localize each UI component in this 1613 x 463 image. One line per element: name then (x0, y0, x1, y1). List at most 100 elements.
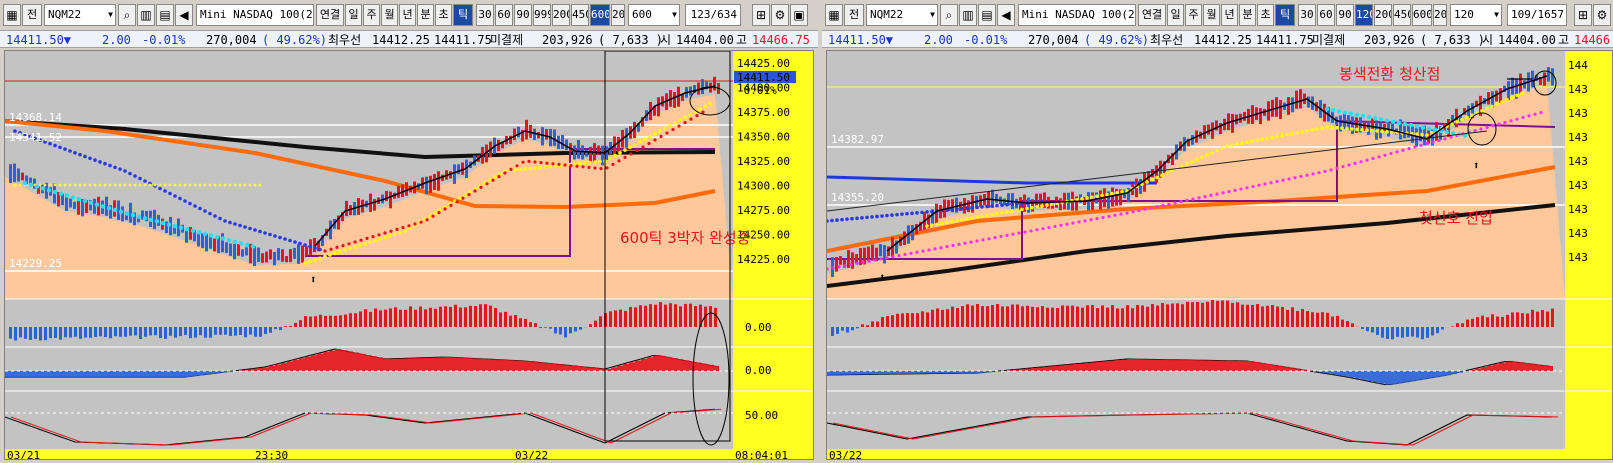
zoom-icon[interactable]: ⊞ (752, 4, 770, 26)
chart-canvas[interactable]: 144 143 143 143 143 143 143 143 143 14382.97 14355… (827, 51, 1613, 460)
parabolic-blue (910, 211, 914, 216)
btn-month[interactable]: 월 (1203, 4, 1220, 26)
zoom-icon[interactable]: ⊞ (1574, 4, 1592, 26)
parabolic-magenta (1287, 177, 1291, 181)
btn-minute[interactable]: 분 (1239, 4, 1256, 26)
interval-select[interactable]: 600 (628, 4, 680, 26)
oscillator-fill (131, 371, 137, 377)
tick-30[interactable]: 30 (476, 4, 494, 26)
tick-600[interactable]: 600 (1412, 4, 1432, 26)
candle (277, 248, 280, 261)
chart-options-icon[interactable]: ▥ (137, 4, 155, 26)
parabolic-blue (123, 169, 127, 173)
btn-day[interactable]: 일 (1167, 4, 1184, 26)
parabolic-red (671, 127, 675, 132)
yellow-guide (203, 183, 207, 187)
oscillator-fill (53, 371, 59, 377)
oscillator-fill (83, 371, 89, 377)
tick-999[interactable]: 999 (533, 4, 551, 26)
grid-icon[interactable]: ▤ (156, 4, 174, 26)
btn-connect[interactable]: 연결 (316, 4, 344, 26)
symbol-select[interactable]: NQM22 (44, 4, 116, 26)
yellow-guide (108, 183, 112, 187)
btn-connect[interactable]: 연결 (1138, 4, 1166, 26)
instrument-name: Mini NASDAQ 100(22.0 (1018, 4, 1136, 26)
tick-60[interactable]: 60 (495, 4, 513, 26)
oscillator-fill (1355, 371, 1361, 379)
tick-200b[interactable]: 200 (611, 4, 625, 26)
histogram-bar (1036, 307, 1039, 327)
settings-icon[interactable]: ⚙ (1593, 4, 1611, 26)
cyan-markers (238, 241, 244, 246)
parabolic-yellow (658, 129, 662, 133)
grid-icon[interactable]: ▤ (978, 4, 996, 26)
btn-second[interactable]: 초 (1257, 4, 1274, 26)
window-menu-icon[interactable]: ▦ (3, 4, 21, 26)
candle (963, 198, 966, 214)
search-icon[interactable]: ⌕ (940, 4, 958, 26)
btn-month[interactable]: 월 (381, 4, 398, 26)
parabolic-red (329, 247, 333, 251)
parabolic-red (485, 182, 489, 186)
search-icon[interactable]: ⌕ (118, 4, 136, 26)
histogram-bar (966, 304, 969, 327)
yellow-guide (198, 183, 202, 187)
tick-450[interactable]: 450 (1393, 4, 1411, 26)
parabolic-magenta (1371, 156, 1375, 161)
tick-120[interactable]: 120 (1355, 4, 1373, 26)
parabolic-red (689, 117, 693, 121)
chart-canvas[interactable]: 14425.0014400.0014375.0014350.0014325.00… (5, 51, 814, 460)
btn-year[interactable]: 년 (1221, 4, 1238, 26)
sound-icon[interactable]: ◀ (175, 4, 193, 26)
parabolic-magenta (909, 251, 913, 255)
parabolic-magenta (1353, 161, 1357, 165)
parabolic-yellow (343, 248, 347, 252)
price-chart[interactable]: 14425.00 14400.00 14375.00 14350.00 14325.00… (4, 50, 814, 460)
oscillator-fill (1361, 371, 1367, 380)
tick-200[interactable]: 200 (1374, 4, 1392, 26)
tick-450[interactable]: 450 (571, 4, 589, 26)
market-label[interactable]: 전 (844, 4, 864, 26)
btn-tick[interactable]: 틱 (1275, 4, 1295, 26)
oscillator-fill (515, 360, 521, 371)
btn-minute[interactable]: 분 (417, 4, 434, 26)
histogram-bar (1316, 312, 1319, 327)
btn-year[interactable]: 년 (399, 4, 416, 26)
histogram-bar (64, 327, 67, 338)
parabolic-magenta (1245, 186, 1249, 190)
tick-30[interactable]: 30 (1298, 4, 1316, 26)
parabolic-yellow (388, 234, 392, 238)
histogram-bar (1181, 304, 1184, 327)
btn-tick[interactable]: 틱 (453, 4, 473, 26)
price-chart[interactable]: 144 143 143 143 143 143 143 143 143 14382.97 14355… (826, 50, 1613, 460)
symbol-select[interactable]: NQM22 (866, 4, 938, 26)
oscillator-fill (299, 358, 305, 371)
btn-week[interactable]: 주 (363, 4, 380, 26)
save-icon[interactable]: ▣ (790, 4, 808, 26)
parabolic-blue (955, 207, 959, 211)
parabolic-blue (298, 241, 302, 246)
parabolic-magenta (1083, 219, 1087, 223)
parabolic-magenta (1509, 119, 1513, 123)
market-label[interactable]: 전 (22, 4, 42, 26)
parabolic-magenta (1029, 229, 1033, 233)
btn-week[interactable]: 주 (1185, 4, 1202, 26)
chart-options-icon[interactable]: ▥ (959, 4, 977, 26)
window-menu-icon[interactable]: ▦ (825, 4, 843, 26)
btn-day[interactable]: 일 (345, 4, 362, 26)
parabolic-yellow (1020, 207, 1024, 212)
tick-600[interactable]: 600 (590, 4, 610, 26)
tick-60[interactable]: 60 (1317, 4, 1335, 26)
interval-select[interactable]: 120 (1450, 4, 1502, 26)
tick-200[interactable]: 200 (552, 4, 570, 26)
sound-icon[interactable]: ◀ (997, 4, 1015, 26)
cyan-markers (64, 193, 70, 198)
btn-second[interactable]: 초 (435, 4, 452, 26)
settings-icon[interactable]: ⚙ (771, 4, 789, 26)
tick-200b[interactable]: 200 (1433, 4, 1447, 26)
oscillator-fill (581, 366, 587, 371)
parabolic-yellow (975, 215, 979, 220)
tick-90[interactable]: 90 (1336, 4, 1354, 26)
tick-90[interactable]: 90 (514, 4, 532, 26)
parabolic-magenta (1197, 196, 1201, 200)
